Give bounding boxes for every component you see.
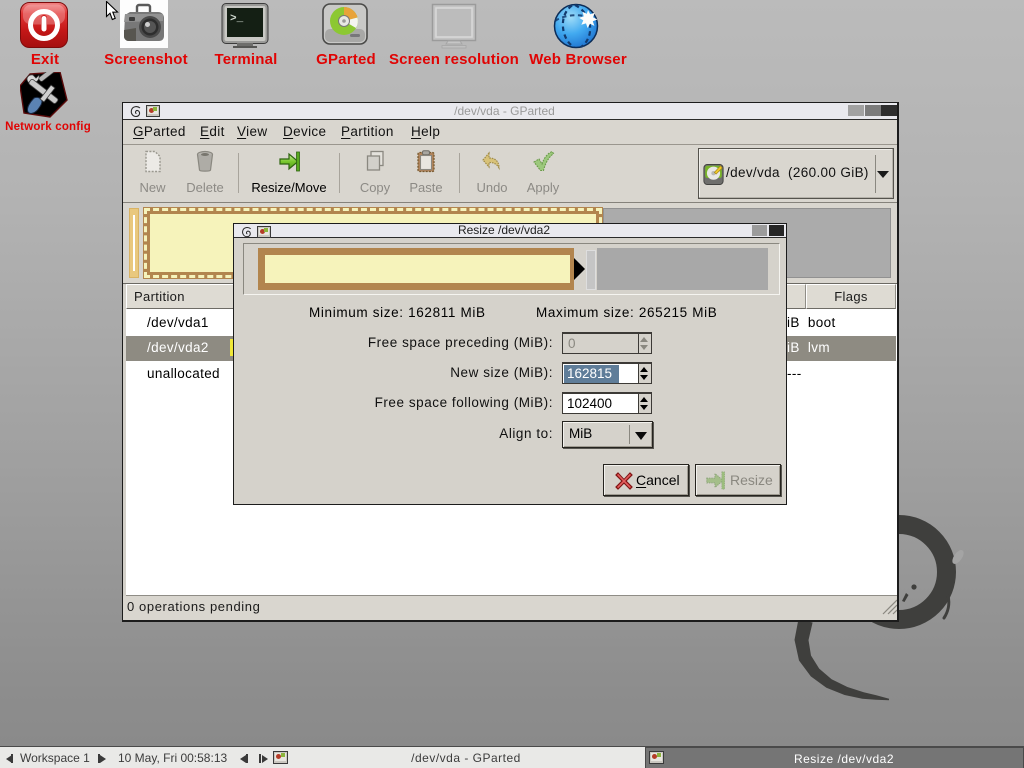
svg-text:>_: >_: [230, 13, 244, 25]
